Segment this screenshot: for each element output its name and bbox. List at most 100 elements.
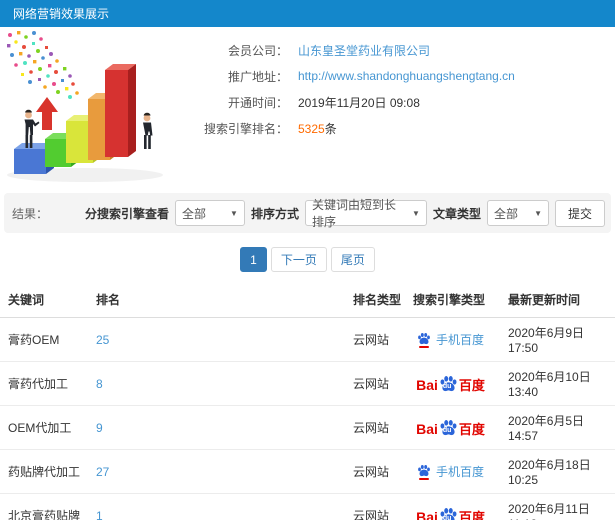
- info-row-open-time: 开通时间： 2019年11月20日 09:08: [192, 89, 515, 115]
- updated-cell: 2020年6月10日 13:40: [500, 361, 615, 406]
- engine-cell: 手机百度 Bai du 百度: [405, 317, 500, 362]
- confetti-dots: [7, 31, 79, 99]
- baidu-bai-text: Bai: [416, 508, 438, 520]
- table-row: OEM代加工 9 云网站 手机百度: [0, 405, 615, 450]
- updated-cell: 2020年6月11日 11:18: [500, 493, 615, 520]
- rank-type-cell: 云网站: [345, 493, 405, 520]
- baidu-suffix-text: 百度: [458, 421, 485, 437]
- rank-link[interactable]: 1: [96, 509, 103, 520]
- baidu-bai-text: Bai: [416, 376, 438, 393]
- businessman-left: [24, 109, 40, 148]
- engine-cell: 手机百度 Bai du 百度: [405, 493, 500, 520]
- engine-cell: 手机百度 Bai du 百度: [405, 449, 500, 494]
- sort-filter-value: 关键词由短到长排序: [311, 198, 396, 229]
- table-row: 膏药代加工 8 云网站 手机百度: [0, 361, 615, 406]
- info-row-rank-count: 搜索引擎排名： 5325条: [192, 115, 515, 141]
- baidu-paw-icon: [418, 332, 430, 344]
- open-time-value: 2019年11月20日 09:08: [298, 95, 420, 110]
- filter-controls: 分搜索引擎查看 全部 ▼ 排序方式 关键词由短到长排序 ▼ 文章类型 全部 ▼ …: [84, 198, 605, 229]
- keyword-cell: 药贴牌代加工: [0, 449, 88, 494]
- keyword-cell: 北京膏药贴牌: [0, 493, 88, 520]
- sort-filter-select[interactable]: 关键词由短到长排序 ▼: [304, 198, 427, 229]
- page-1-button[interactable]: 1: [240, 247, 267, 272]
- growth-arrow: [36, 97, 58, 130]
- page-title: 网络营销效果展示: [13, 7, 110, 21]
- submit-button[interactable]: 提交: [554, 199, 605, 227]
- engine-cell: 手机百度 Bai du 百度: [405, 361, 500, 406]
- rank-cell: 27: [88, 449, 345, 494]
- baidu-du-text: du: [442, 514, 452, 520]
- bar-red: [105, 64, 136, 157]
- header-rank: 排名: [88, 282, 345, 318]
- url-label: 推广地址：: [227, 69, 288, 84]
- baidu-suffix-text: 百度: [458, 377, 485, 393]
- baidu-logo: Bai du 百度: [416, 375, 485, 393]
- info-row-url: 推广地址： http://www.shandonghuangshengtang.…: [192, 63, 515, 89]
- baidu-du-text: du: [442, 426, 452, 434]
- company-label: 会员公司：: [227, 43, 288, 58]
- engine-filter-value: 全部: [181, 206, 206, 221]
- chevron-down-icon: ▼: [230, 208, 238, 218]
- baidu-logo: Bai du 百度: [416, 507, 485, 520]
- keyword-cell: 膏药OEM: [0, 317, 88, 362]
- rank-cell: 8: [88, 361, 345, 406]
- rank-count-label: 搜索引擎排名：: [203, 121, 288, 136]
- baidu-suffix-text: 百度: [458, 509, 485, 520]
- table-header-row: 关键词 排名 排名类型 搜索引擎类型 最新更新时间: [0, 282, 615, 318]
- keyword-cell: OEM代加工: [0, 405, 88, 450]
- rank-count-value: 5325: [298, 121, 325, 136]
- article-type-select[interactable]: 全部 ▼: [486, 200, 549, 226]
- updated-cell: 2020年6月5日 14:57: [500, 405, 615, 450]
- header-rank-type: 排名类型: [345, 282, 405, 318]
- engine-filter-select[interactable]: 全部 ▼: [174, 200, 245, 226]
- rank-link[interactable]: 25: [96, 333, 109, 347]
- mobile-baidu-label: 手机百度: [435, 333, 484, 347]
- last-page-button[interactable]: 尾页: [330, 247, 375, 272]
- sort-filter-label: 排序方式: [250, 206, 299, 221]
- rank-link[interactable]: 9: [96, 421, 103, 435]
- mobile-baidu-label: 手机百度: [435, 465, 484, 479]
- rank-cell: 9: [88, 405, 345, 450]
- header-engine-type: 搜索引擎类型: [405, 282, 500, 318]
- next-page-button[interactable]: 下一页: [270, 247, 327, 272]
- info-row-company: 会员公司： 山东皇圣堂药业有限公司: [192, 37, 515, 63]
- pagination: 1 下一页 尾页: [0, 247, 615, 272]
- rank-cell: 1: [88, 493, 345, 520]
- chevron-down-icon: ▼: [412, 208, 420, 218]
- engine-filter-label: 分搜索引擎查看: [84, 206, 169, 221]
- keyword-cell: 膏药代加工: [0, 361, 88, 406]
- rank-link[interactable]: 27: [96, 465, 109, 479]
- table-row: 膏药OEM 25 云网站 手机百度 2020年6月9日 17:50: [0, 317, 615, 362]
- rank-type-cell: 云网站: [345, 449, 405, 494]
- info-section: 会员公司： 山东皇圣堂药业有限公司 推广地址： http://www.shand…: [0, 27, 615, 190]
- rank-link[interactable]: 8: [96, 377, 103, 391]
- open-time-label: 开通时间：: [227, 95, 288, 110]
- updated-cell: 2020年6月9日 17:50: [500, 317, 615, 362]
- table-row: 北京膏药贴牌 1 云网站 手机百度: [0, 493, 615, 520]
- paw-underline: [418, 345, 429, 348]
- header-updated: 最新更新时间: [500, 282, 615, 318]
- baidu-paw-icon: [418, 464, 430, 476]
- filter-bar: 结果： 分搜索引擎查看 全部 ▼ 排序方式 关键词由短到长排序 ▼ 文章类型 全…: [4, 193, 611, 233]
- rank-cell: 25: [88, 317, 345, 362]
- page: 网络营销效果展示 会员公司： 山东皇圣堂药业有限公司 推广地址： http://…: [0, 0, 615, 520]
- baidu-bai-text: Bai: [416, 420, 438, 437]
- growth-chart-illustration: [7, 31, 163, 182]
- paw-underline: [418, 477, 429, 480]
- company-info: 会员公司： 山东皇圣堂药业有限公司 推广地址： http://www.shand…: [192, 27, 515, 190]
- company-link[interactable]: 山东皇圣堂药业有限公司: [298, 44, 430, 58]
- rank-type-cell: 云网站: [345, 361, 405, 406]
- article-type-value: 全部: [493, 206, 518, 221]
- article-type-label: 文章类型: [432, 206, 481, 221]
- mobile-baidu-logo: 手机百度: [417, 331, 484, 348]
- rank-count-suffix: 条: [324, 121, 337, 136]
- updated-cell: 2020年6月18日 10:25: [500, 449, 615, 494]
- promotion-url-link[interactable]: http://www.shandonghuangshengtang.cn: [298, 69, 515, 83]
- mobile-baidu-logo: 手机百度: [417, 463, 484, 480]
- table-body: 膏药OEM 25 云网站 手机百度 2020年6月9日 17:50 膏药代加工 …: [0, 317, 615, 520]
- chevron-down-icon: ▼: [534, 208, 542, 218]
- header-keyword: 关键词: [0, 282, 88, 318]
- rank-type-cell: 云网站: [345, 317, 405, 362]
- table-row: 药贴牌代加工 27 云网站 手机百度 2020年6月18日 10:25: [0, 449, 615, 494]
- baidu-logo: Bai du 百度: [416, 419, 485, 437]
